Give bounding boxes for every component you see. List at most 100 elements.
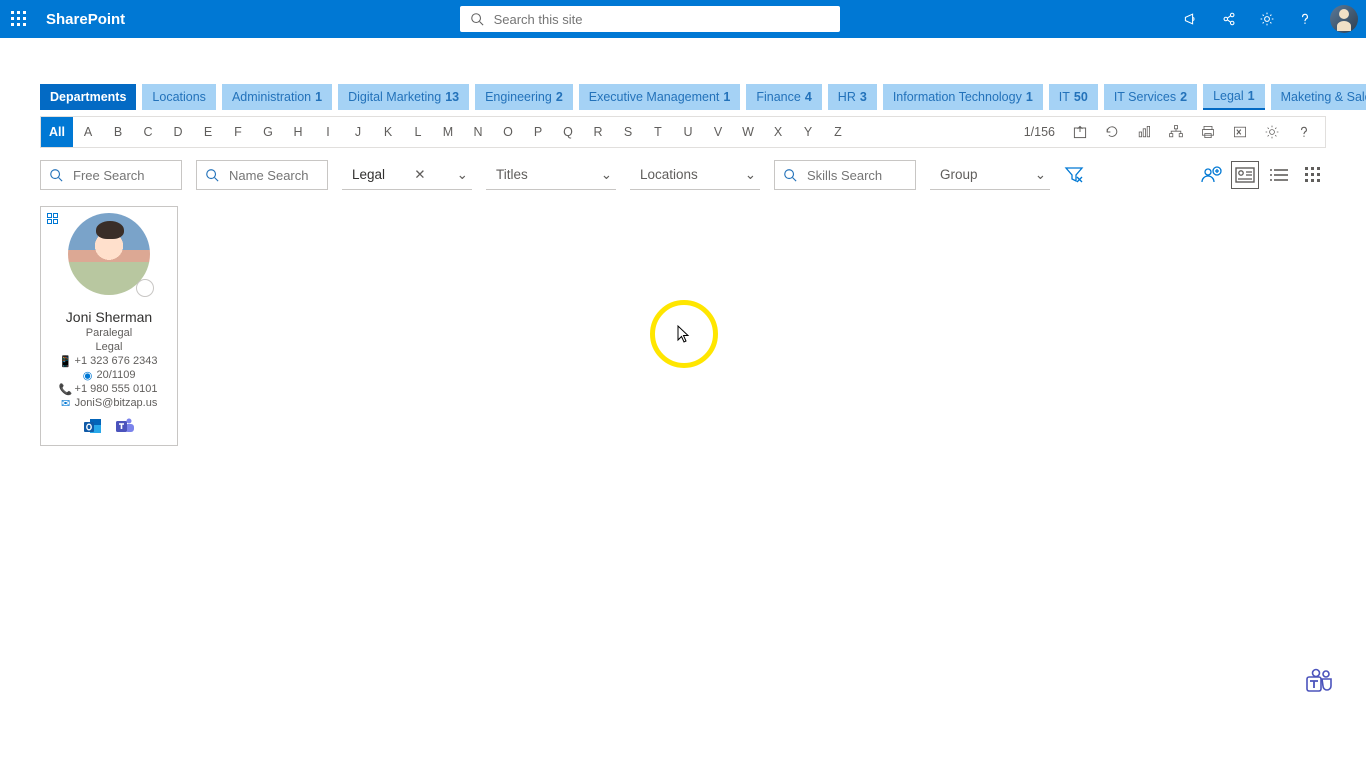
help-icon — [1296, 124, 1312, 140]
locations-filter[interactable]: Locations ⌄ — [630, 160, 760, 190]
alpha-p[interactable]: P — [523, 117, 553, 147]
chevron-down-icon: ⌄ — [457, 167, 468, 183]
add-people-button[interactable] — [1198, 162, 1224, 188]
card-view-button[interactable] — [1232, 162, 1258, 188]
alpha-f[interactable]: F — [223, 117, 253, 147]
skills-search-input[interactable] — [805, 167, 907, 184]
alpha-w[interactable]: W — [733, 117, 763, 147]
app-launcher[interactable] — [4, 4, 34, 34]
alpha-j[interactable]: J — [343, 117, 373, 147]
free-search[interactable] — [40, 160, 182, 190]
search-icon — [49, 168, 63, 182]
person-name: Joni Sherman — [66, 309, 152, 325]
chart-button[interactable] — [1133, 121, 1155, 143]
alpha-e[interactable]: E — [193, 117, 223, 147]
alpha-c[interactable]: C — [133, 117, 163, 147]
user-avatar[interactable] — [1330, 5, 1358, 33]
tab-it-services[interactable]: IT Services2 — [1104, 84, 1197, 110]
clear-icon[interactable]: ✕ — [414, 167, 425, 183]
teams-button[interactable] — [114, 415, 136, 437]
site-search[interactable] — [460, 6, 840, 32]
qr-icon[interactable] — [47, 213, 59, 225]
gear-icon — [1264, 124, 1280, 140]
site-search-input[interactable] — [492, 11, 830, 28]
outlook-button[interactable] — [82, 415, 104, 437]
alpha-s[interactable]: S — [613, 117, 643, 147]
tab-hr[interactable]: HR3 — [828, 84, 877, 110]
filter-clear-icon — [1064, 164, 1084, 184]
alpha-r[interactable]: R — [583, 117, 613, 147]
excel-icon — [1232, 124, 1248, 140]
tab-marketing-sales[interactable]: Maketing & Sales12 — [1271, 84, 1366, 110]
alpha-v[interactable]: V — [703, 117, 733, 147]
alpha-x[interactable]: X — [763, 117, 793, 147]
gear-icon — [1259, 11, 1275, 27]
grid-icon — [1305, 167, 1321, 183]
outlook-icon — [82, 415, 104, 437]
titles-filter[interactable]: Titles ⌄ — [486, 160, 616, 190]
alpha-h[interactable]: H — [283, 117, 313, 147]
alpha-l[interactable]: L — [403, 117, 433, 147]
alpha-o[interactable]: O — [493, 117, 523, 147]
alpha-y[interactable]: Y — [793, 117, 823, 147]
name-search[interactable] — [196, 160, 328, 190]
excel-button[interactable] — [1229, 121, 1251, 143]
tab-executive-management[interactable]: Executive Management1 — [579, 84, 741, 110]
grid-view-button[interactable] — [1300, 162, 1326, 188]
name-search-input[interactable] — [227, 167, 319, 184]
tab-engineering[interactable]: Engineering2 — [475, 84, 573, 110]
waffle-icon — [11, 11, 27, 27]
alpha-m[interactable]: M — [433, 117, 463, 147]
free-search-input[interactable] — [71, 167, 173, 184]
alpha-d[interactable]: D — [163, 117, 193, 147]
chevron-down-icon: ⌄ — [601, 167, 612, 183]
chevron-down-icon: ⌄ — [745, 167, 756, 183]
share-icon — [1221, 11, 1237, 27]
refresh-icon — [1104, 124, 1120, 140]
skills-search[interactable] — [774, 160, 916, 190]
megaphone-button[interactable] — [1174, 2, 1208, 36]
tab-digital-marketing[interactable]: Digital Marketing13 — [338, 84, 469, 110]
alpha-z[interactable]: Z — [823, 117, 853, 147]
tab-it[interactable]: IT50 — [1049, 84, 1098, 110]
list-view-button[interactable] — [1266, 162, 1292, 188]
person-card[interactable]: Joni Sherman Paralegal Legal 📱 +1 323 67… — [40, 206, 178, 446]
toolbar-help-button[interactable] — [1293, 121, 1315, 143]
tab-legal[interactable]: Legal1 — [1203, 84, 1265, 110]
alpha-i[interactable]: I — [313, 117, 343, 147]
alpha-bar: All A B C D E F G H I J K L M N O P Q R … — [40, 116, 1326, 148]
org-button[interactable] — [1165, 121, 1187, 143]
alpha-a[interactable]: A — [73, 117, 103, 147]
export-button[interactable] — [1069, 121, 1091, 143]
clear-filters-button[interactable] — [1064, 164, 1084, 187]
group-filter[interactable]: Group ⌄ — [930, 160, 1050, 190]
tab-finance[interactable]: Finance4 — [746, 84, 821, 110]
help-button[interactable] — [1288, 2, 1322, 36]
tab-administration[interactable]: Administration1 — [222, 84, 332, 110]
org-icon — [1168, 124, 1184, 140]
tab-locations[interactable]: Locations — [142, 84, 216, 110]
alpha-k[interactable]: K — [373, 117, 403, 147]
alpha-q[interactable]: Q — [553, 117, 583, 147]
teams-fab[interactable] — [1302, 664, 1336, 698]
location-icon: ◉ — [83, 370, 93, 380]
alpha-u[interactable]: U — [673, 117, 703, 147]
alpha-n[interactable]: N — [463, 117, 493, 147]
share-button[interactable] — [1212, 2, 1246, 36]
alpha-b[interactable]: B — [103, 117, 133, 147]
titles-filter-label: Titles — [496, 167, 528, 182]
department-tabs: Departments Locations Administration1 Di… — [40, 84, 1326, 110]
print-button[interactable] — [1197, 121, 1219, 143]
tab-departments[interactable]: Departments — [40, 84, 136, 110]
alpha-all[interactable]: All — [41, 117, 73, 147]
alpha-t[interactable]: T — [643, 117, 673, 147]
tab-information-technology[interactable]: Information Technology1 — [883, 84, 1043, 110]
department-filter-value: Legal — [352, 167, 385, 182]
group-filter-label: Group — [940, 167, 978, 182]
alpha-g[interactable]: G — [253, 117, 283, 147]
department-filter[interactable]: Legal ✕ ⌄ — [342, 160, 472, 190]
refresh-button[interactable] — [1101, 121, 1123, 143]
settings-button[interactable] — [1250, 2, 1284, 36]
toolbar-settings-button[interactable] — [1261, 121, 1283, 143]
person-email: ✉ JoniS@bitzap.us — [61, 397, 158, 409]
